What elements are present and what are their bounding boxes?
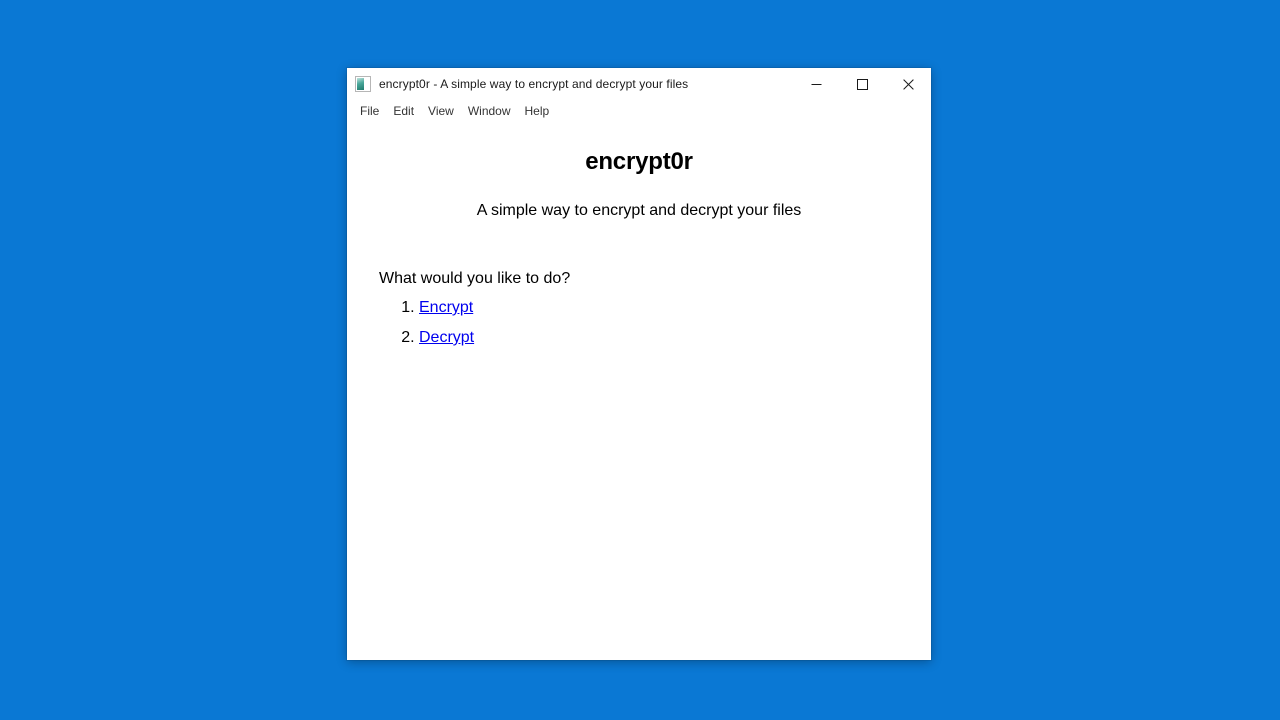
menu-bar: File Edit View Window Help [347, 100, 931, 122]
menu-item-window[interactable]: Window [461, 101, 518, 121]
desktop-background: encrypt0r - A simple way to encrypt and … [0, 0, 1280, 720]
page-subtitle: A simple way to encrypt and decrypt your… [476, 202, 802, 219]
list-item: Encrypt [419, 298, 899, 317]
decrypt-link[interactable]: Decrypt [419, 329, 474, 346]
menu-item-view[interactable]: View [421, 101, 461, 121]
page-content: encrypt0r A simple way to encrypt and de… [347, 122, 931, 660]
menu-item-file[interactable]: File [353, 101, 386, 121]
maximize-button[interactable] [839, 68, 885, 100]
maximize-icon [856, 78, 868, 90]
minimize-icon [811, 79, 822, 90]
prompt-label: What would you like to do? [379, 270, 571, 287]
window-controls [793, 68, 931, 100]
close-icon [902, 78, 914, 90]
close-button[interactable] [885, 68, 931, 100]
application-window: encrypt0r - A simple way to encrypt and … [347, 68, 931, 660]
page-title: encrypt0r [585, 148, 693, 175]
menu-item-edit[interactable]: Edit [386, 101, 421, 121]
menu-item-help[interactable]: Help [518, 101, 557, 121]
action-list: Encrypt Decrypt [379, 288, 899, 347]
encrypt-link[interactable]: Encrypt [419, 299, 473, 316]
minimize-button[interactable] [793, 68, 839, 100]
application-icon [355, 76, 371, 92]
list-item: Decrypt [419, 328, 899, 347]
window-titlebar[interactable]: encrypt0r - A simple way to encrypt and … [347, 68, 931, 100]
window-title: encrypt0r - A simple way to encrypt and … [379, 77, 689, 91]
